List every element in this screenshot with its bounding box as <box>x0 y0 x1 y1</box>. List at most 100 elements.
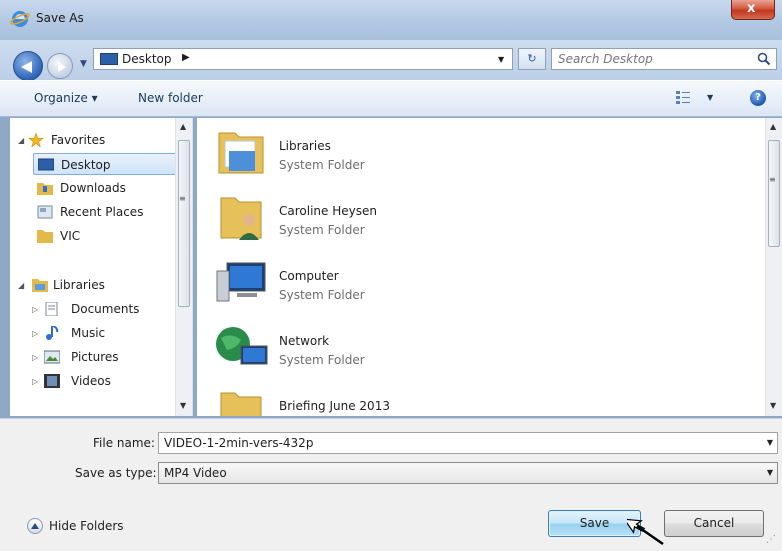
file-list-scrollbar[interactable]: ▲ ≡ ▼ <box>765 118 782 416</box>
desktop-icon <box>38 158 54 171</box>
save-as-type-select[interactable]: MP4 Video ▼ <box>158 462 778 484</box>
expand-videos-icon[interactable]: ▷ <box>32 377 38 386</box>
list-item[interactable]: Briefing June 2013 <box>213 383 613 416</box>
scrollbar-grip-icon: ≡ <box>769 175 776 184</box>
list-item[interactable]: Computer System Folder <box>213 253 613 313</box>
view-options-dropdown-icon[interactable]: ▼ <box>707 93 713 102</box>
sidebar-item-label: Recent Places <box>60 205 144 219</box>
internet-explorer-icon <box>10 11 30 27</box>
downloads-folder-icon <box>37 183 53 195</box>
sidebar-item-vic[interactable]: VIC <box>33 225 181 247</box>
sidebar-item-documents[interactable]: Documents <box>44 298 181 320</box>
navigation-scrollbar[interactable]: ▲ ≡ ▼ <box>175 118 192 416</box>
sidebar-item-label: VIC <box>60 229 81 243</box>
sidebar-group-label: Favorites <box>51 133 106 147</box>
file-name-dropdown-icon[interactable]: ▼ <box>767 438 773 447</box>
list-item[interactable]: Network System Folder <box>213 318 613 378</box>
pictures-icon <box>44 350 60 364</box>
scroll-down-icon[interactable]: ▼ <box>770 401 776 410</box>
close-icon: x <box>747 1 756 16</box>
sidebar-item-desktop[interactable]: Desktop <box>33 153 181 175</box>
file-name: Network <box>279 334 330 348</box>
sidebar-item-label: Pictures <box>71 350 119 364</box>
window-title: Save As <box>36 11 84 25</box>
file-name: Caroline Heysen <box>279 204 377 218</box>
help-icon[interactable]: ? <box>750 90 766 106</box>
search-box[interactable] <box>551 48 777 70</box>
user-folder-icon <box>220 197 262 240</box>
refresh-icon: ↻ <box>527 52 537 65</box>
search-input[interactable] <box>558 51 748 67</box>
sidebar-group-favorites[interactable]: Favorites <box>28 129 178 151</box>
expand-pictures-icon[interactable]: ▷ <box>32 353 38 362</box>
back-button[interactable] <box>13 51 43 81</box>
file-list[interactable]: Libraries System Folder Caroline Heysen … <box>197 118 765 416</box>
change-view-icon[interactable] <box>676 90 690 104</box>
expand-music-icon[interactable]: ▷ <box>32 329 38 338</box>
scroll-up-icon[interactable]: ▲ <box>770 122 776 131</box>
scrollbar-grip-icon: ≡ <box>179 194 186 203</box>
sidebar-item-downloads[interactable]: Downloads <box>33 177 181 199</box>
scrollbar-thumb[interactable] <box>768 140 780 247</box>
file-name-label: File name: <box>93 436 155 450</box>
sidebar-item-music[interactable]: Music <box>44 322 181 344</box>
libraries-folder-icon <box>218 132 264 174</box>
sidebar-item-label: Downloads <box>60 181 126 195</box>
sidebar-item-label: Music <box>71 326 106 340</box>
libraries-icon <box>32 279 48 292</box>
scrollbar-thumb[interactable] <box>178 140 190 307</box>
sidebar-item-videos[interactable]: Videos <box>44 370 181 392</box>
sidebar-group-libraries[interactable]: Libraries <box>28 274 178 296</box>
expand-documents-icon[interactable]: ▷ <box>32 305 38 314</box>
resize-grip-icon[interactable]: ⋰ <box>766 534 776 545</box>
expand-libraries-icon[interactable]: ◢ <box>18 281 24 290</box>
file-type: System Folder <box>279 288 365 302</box>
documents-icon <box>45 302 58 316</box>
sidebar-item-label: Desktop <box>61 158 111 172</box>
file-name: Briefing June 2013 <box>279 399 390 413</box>
save-as-type-label: Save as type: <box>75 466 157 480</box>
star-icon <box>28 133 44 147</box>
forward-button[interactable] <box>47 53 73 79</box>
music-icon <box>46 326 59 340</box>
cancel-button[interactable]: Cancel <box>664 510 764 537</box>
computer-icon <box>216 262 266 302</box>
refresh-button[interactable]: ↻ <box>518 48 546 70</box>
file-name: Computer <box>279 269 339 283</box>
collapse-arrow-icon <box>27 518 43 534</box>
file-type: System Folder <box>279 223 365 237</box>
organize-menu-button[interactable]: Organize ▾ <box>34 91 98 105</box>
file-type: System Folder <box>279 158 365 172</box>
address-dropdown-icon[interactable]: ▼ <box>498 55 504 64</box>
file-name: Libraries <box>279 139 331 153</box>
navigation-pane[interactable]: ◢ Favorites Desktop Downloads Recent Pla… <box>10 118 193 416</box>
address-bar[interactable]: Desktop ▶ ▼ <box>93 48 513 70</box>
list-item[interactable]: Caroline Heysen System Folder <box>213 188 613 248</box>
list-item[interactable]: Libraries System Folder <box>213 123 613 183</box>
network-icon <box>216 327 268 365</box>
recent-pages-dropdown-icon[interactable]: ▼ <box>80 59 87 69</box>
search-icon[interactable] <box>757 52 771 66</box>
breadcrumb-arrow-icon[interactable]: ▶ <box>182 52 190 63</box>
close-button[interactable]: x <box>731 0 775 20</box>
save-as-type-dropdown-icon[interactable]: ▼ <box>767 468 773 477</box>
sidebar-item-pictures[interactable]: Pictures <box>44 346 181 368</box>
folder-icon <box>220 392 262 416</box>
file-name-field[interactable]: ▼ <box>158 432 778 454</box>
file-name-input[interactable] <box>164 435 754 451</box>
sidebar-item-recent-places[interactable]: Recent Places <box>33 201 181 223</box>
command-bar <box>0 80 782 117</box>
sidebar-item-label: Videos <box>71 374 111 388</box>
mouse-cursor-icon <box>627 518 664 546</box>
scroll-up-icon[interactable]: ▲ <box>180 122 186 131</box>
sidebar-item-label: Documents <box>71 302 140 316</box>
scroll-down-icon[interactable]: ▼ <box>180 401 186 410</box>
save-as-type-value: MP4 Video <box>164 466 227 480</box>
expand-favorites-icon[interactable]: ◢ <box>18 136 24 145</box>
recent-places-icon <box>37 205 53 219</box>
address-location[interactable]: Desktop <box>122 52 172 66</box>
sidebar-group-label: Libraries <box>53 278 105 292</box>
folder-icon <box>37 230 53 243</box>
desktop-icon <box>100 53 118 65</box>
new-folder-button[interactable]: New folder <box>138 91 203 105</box>
